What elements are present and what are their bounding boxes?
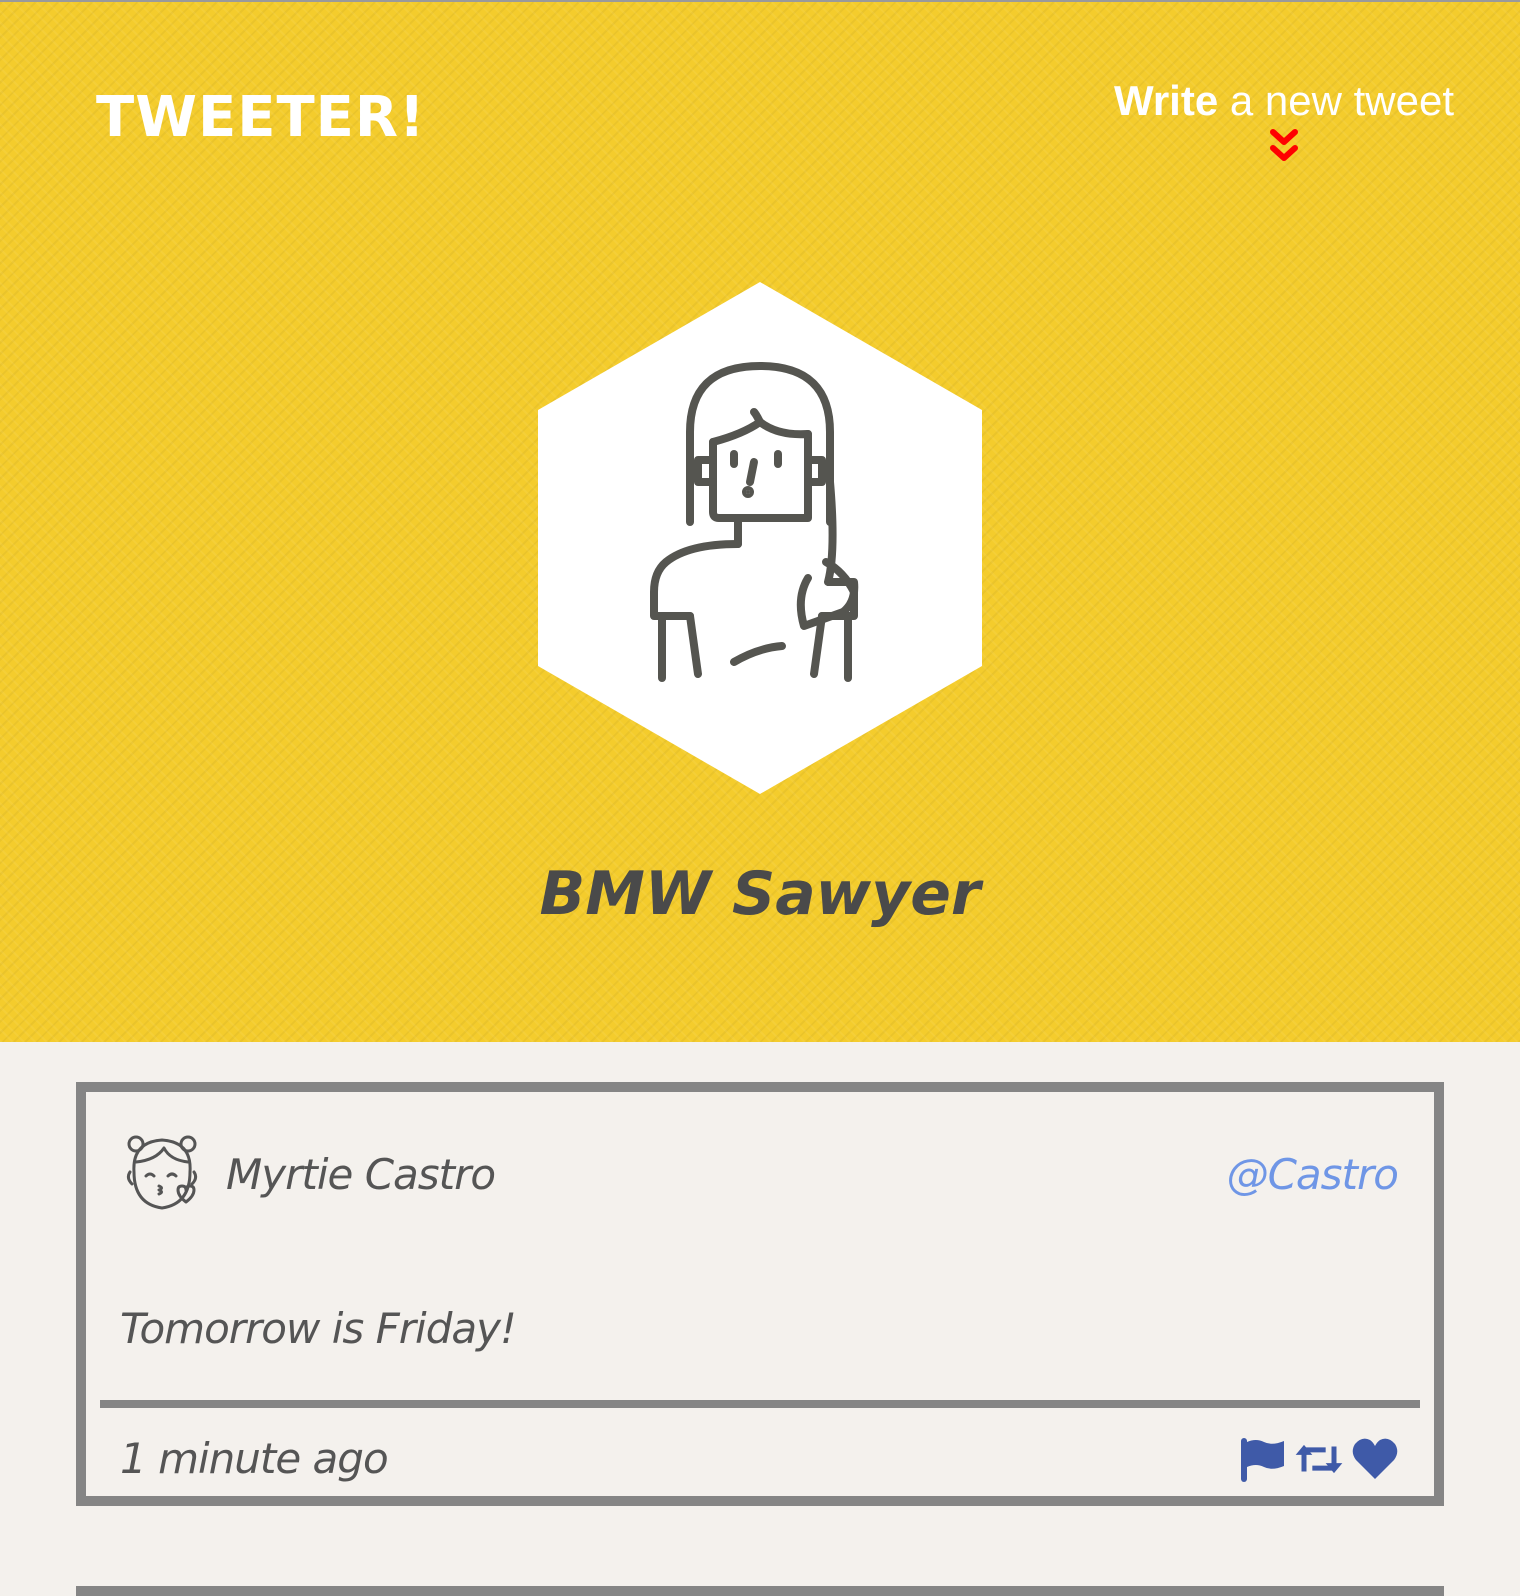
write-label-bold: Write	[1113, 77, 1219, 124]
tweet-author-name[interactable]: Myrtie Castro	[226, 1150, 496, 1199]
heart-icon[interactable]	[1350, 1434, 1400, 1484]
write-new-tweet-label: Write a new tweet	[1113, 77, 1454, 124]
tweet-card-next	[76, 1586, 1444, 1596]
profile-header: TWEETER! Write a new tweet BMW Sawyer	[0, 0, 1520, 1042]
write-new-tweet-button[interactable]: Write a new tweet	[1113, 77, 1454, 164]
page: TWEETER! Write a new tweet BMW Sawyer My…	[0, 0, 1520, 1596]
retweet-icon[interactable]	[1294, 1434, 1344, 1484]
tweet-card: Myrtie Castro @Castro Tomorrow is Friday…	[76, 1082, 1444, 1506]
woman-avatar-icon	[538, 282, 982, 794]
tweet-body: Tomorrow is Friday!	[120, 1304, 517, 1353]
kissing-girl-avatar-icon	[126, 1135, 198, 1210]
tweet-divider	[100, 1400, 1420, 1408]
brand-logo[interactable]: TWEETER!	[96, 90, 426, 146]
write-label-rest: a new tweet	[1218, 77, 1454, 124]
tweet-timestamp: 1 minute ago	[120, 1434, 389, 1483]
profile-name: BMW Sawyer	[539, 859, 981, 929]
double-chevron-down-icon[interactable]	[1267, 128, 1301, 164]
tweet-author-handle[interactable]: @Castro	[1227, 1150, 1399, 1199]
tweet-actions	[1238, 1434, 1400, 1484]
flag-icon[interactable]	[1238, 1434, 1288, 1484]
